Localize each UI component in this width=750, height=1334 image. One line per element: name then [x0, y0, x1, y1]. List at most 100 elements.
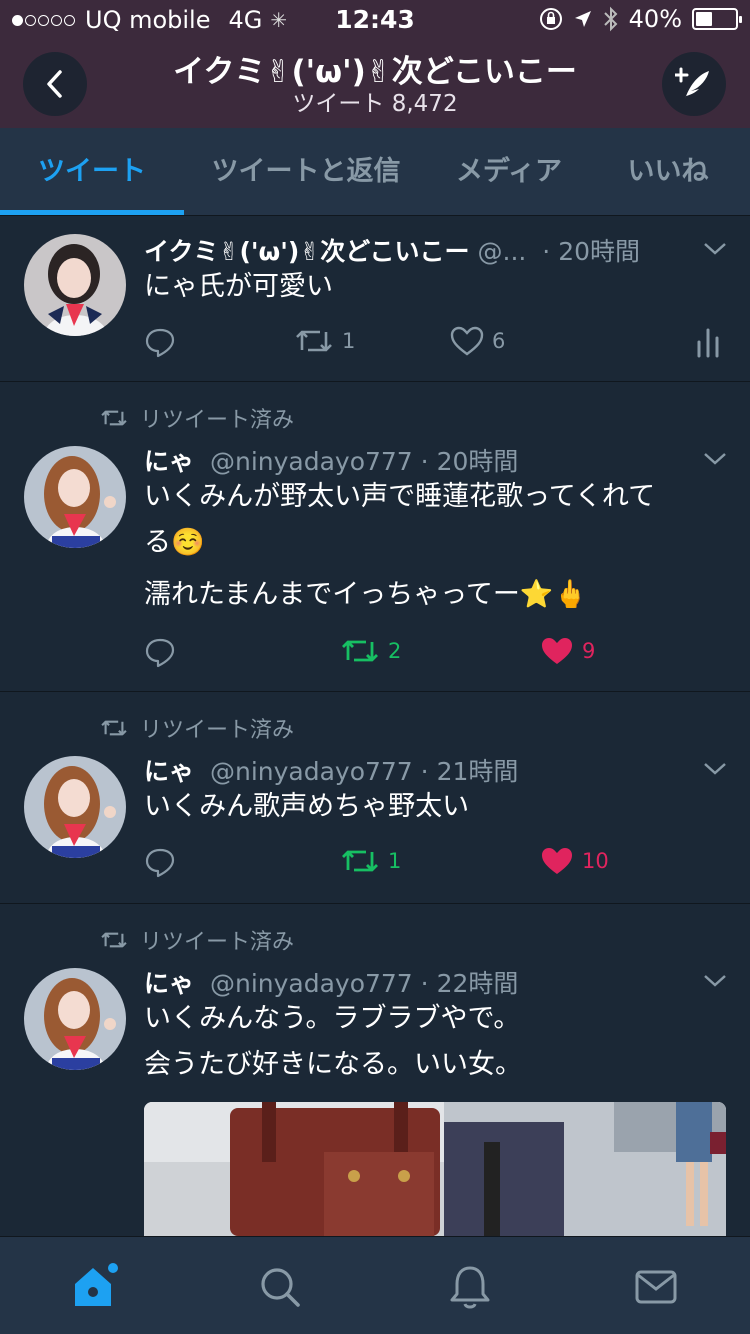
like-button[interactable]: 6	[450, 326, 505, 356]
status-bar: UQ mobile 4G ✳ 12:43 40%	[0, 0, 750, 40]
tweet-time: · 20時間	[542, 237, 641, 266]
tweet-text-line: 濡れたまんまでイっちゃってー⭐️🖕	[144, 579, 588, 610]
like-button[interactable]: 9	[540, 636, 595, 666]
tweet-header: にゃ @ninyadayo777 · 21時間	[144, 752, 700, 788]
tweet[interactable]: リツイート済み にゃ @ninyadayo777 · 21時間 いくみん歌声めち…	[0, 692, 750, 904]
retweet-count: 1	[342, 329, 356, 353]
tweet-actions: 1 10	[144, 846, 730, 886]
reply-icon	[145, 328, 175, 358]
reply-button[interactable]	[144, 846, 176, 878]
retweet-small-icon	[101, 410, 127, 426]
active-tab-indicator	[0, 210, 184, 215]
tweet-text: にゃ氏が可愛い	[144, 264, 720, 310]
like-count: 6	[492, 329, 506, 353]
heart-icon	[450, 326, 484, 356]
retweet-label: リツイート済み	[140, 408, 295, 433]
retweet-button[interactable]: 2	[340, 636, 401, 666]
user-handle[interactable]: @ninyadayo777	[210, 447, 413, 476]
notifications-icon	[450, 1266, 490, 1309]
display-name[interactable]: にゃ	[144, 757, 194, 786]
display-name[interactable]: にゃ	[144, 969, 194, 998]
battery-percent: 40%	[628, 5, 682, 33]
reply-icon	[145, 848, 175, 878]
nav-search[interactable]	[250, 1261, 310, 1313]
tweet[interactable]: リツイート済み にゃ @ninyadayo777 · 22時間 いくみんなう。ラ…	[0, 904, 750, 1236]
tweet-time: · 20時間	[420, 447, 519, 476]
tab-media[interactable]: メディア	[432, 128, 586, 216]
rotation-lock-icon	[539, 8, 562, 30]
chevron-down-icon[interactable]	[702, 450, 728, 468]
reply-button[interactable]	[144, 636, 176, 668]
retweet-icon	[342, 850, 378, 872]
nav-messages[interactable]	[626, 1261, 686, 1313]
user-handle[interactable]: @ninyadayo777	[210, 757, 413, 786]
tweet[interactable]: イクミ✌('ω')✌次どこいこー @... · 20時間 にゃ氏が可愛い 1 6	[0, 216, 750, 382]
tweet-text: いくみんが野太い声で睡蓮花歌ってくれて る☺️ 濡れたまんまでイっちゃってー⭐️…	[144, 474, 720, 618]
user-handle[interactable]: @ninyadayo777	[210, 969, 413, 998]
compose-feather-icon	[675, 67, 709, 99]
battery-icon	[692, 8, 742, 30]
retweet-button[interactable]: 1	[340, 846, 401, 876]
compose-tweet-button[interactable]	[662, 52, 726, 116]
tweet-text-line: いくみん歌声めちゃ野太い	[144, 791, 470, 822]
like-count: 9	[582, 639, 596, 663]
tweet-media-image[interactable]	[144, 1102, 726, 1236]
chevron-left-icon	[47, 70, 62, 98]
like-count: 10	[582, 849, 609, 873]
retweet-label: リツイート済み	[140, 718, 295, 743]
tweet-text: いくみん歌声めちゃ野太い	[144, 784, 720, 830]
analytics-icon	[697, 328, 719, 358]
bottom-tab-bar	[0, 1236, 750, 1334]
tweet-text-line: いくみんが野太い声で睡蓮花歌ってくれて	[144, 481, 656, 512]
like-button[interactable]: 10	[540, 846, 609, 876]
analytics-button[interactable]	[696, 326, 720, 358]
tab-tweets[interactable]: ツイート	[0, 128, 184, 216]
chevron-down-icon[interactable]	[702, 240, 728, 258]
retweet-small-icon	[101, 932, 127, 948]
avatar[interactable]	[24, 756, 126, 858]
user-handle[interactable]: @...	[478, 237, 527, 266]
reply-button[interactable]	[144, 326, 176, 358]
avatar[interactable]	[24, 446, 126, 548]
retweet-indicator: リツイート済み	[100, 924, 294, 956]
tweet-text-line: にゃ氏が可愛い	[144, 271, 333, 302]
retweet-count: 2	[388, 639, 402, 663]
chevron-down-icon[interactable]	[702, 972, 728, 990]
tweet-text-line: る☺️	[144, 527, 205, 558]
tweet-actions: 2 9	[144, 636, 730, 676]
avatar[interactable]	[24, 234, 126, 336]
nav-home[interactable]	[64, 1261, 124, 1313]
search-icon	[261, 1268, 300, 1307]
heart-filled-icon	[542, 638, 572, 664]
tweet-text-line: いくみんなう。ラブラブやで。	[144, 1003, 521, 1034]
tweet-actions: 1 6	[144, 326, 730, 366]
retweet-small-icon	[101, 720, 127, 736]
nav-notifications[interactable]	[440, 1261, 500, 1313]
retweet-indicator: リツイート済み	[100, 712, 294, 744]
tweet[interactable]: リツイート済み にゃ @ninyadayo777 · 20時間 いくみんが野太い…	[0, 382, 750, 692]
tab-tweets-and-replies[interactable]: ツイートと返信	[195, 128, 417, 216]
tweet-header: にゃ @ninyadayo777 · 22時間	[144, 964, 700, 1000]
tweet-header: にゃ @ninyadayo777 · 20時間	[144, 442, 700, 478]
avatar[interactable]	[24, 968, 126, 1070]
tweet-text: いくみんなう。ラブラブやで。 会うたび好きになる。いい女。	[144, 996, 720, 1088]
retweet-count: 1	[388, 849, 402, 873]
reply-icon	[145, 638, 175, 668]
back-button[interactable]	[23, 52, 87, 116]
top-bar: UQ mobile 4G ✳ 12:43 40% イクミ✌('ω')✌次どこいこ…	[0, 0, 750, 128]
chevron-down-icon[interactable]	[702, 760, 728, 778]
tweet-count: ツイート 8,472	[292, 91, 458, 117]
tweet-header: イクミ✌('ω')✌次どこいこー @... · 20時間	[144, 232, 700, 268]
tweet-time: · 21時間	[420, 757, 519, 786]
retweet-button[interactable]: 1	[294, 326, 355, 356]
retweet-indicator: リツイート済み	[100, 402, 294, 434]
tweet-text-line: 会うたび好きになる。いい女。	[144, 1049, 522, 1080]
home-icon	[75, 1263, 118, 1306]
tweet-time: · 22時間	[420, 969, 519, 998]
tab-likes[interactable]: いいね	[600, 128, 736, 216]
retweet-label: リツイート済み	[140, 930, 295, 955]
heart-filled-icon	[542, 848, 572, 874]
location-icon	[574, 11, 591, 27]
display-name[interactable]: イクミ✌('ω')✌次どこいこー	[144, 237, 470, 266]
display-name[interactable]: にゃ	[144, 447, 194, 476]
